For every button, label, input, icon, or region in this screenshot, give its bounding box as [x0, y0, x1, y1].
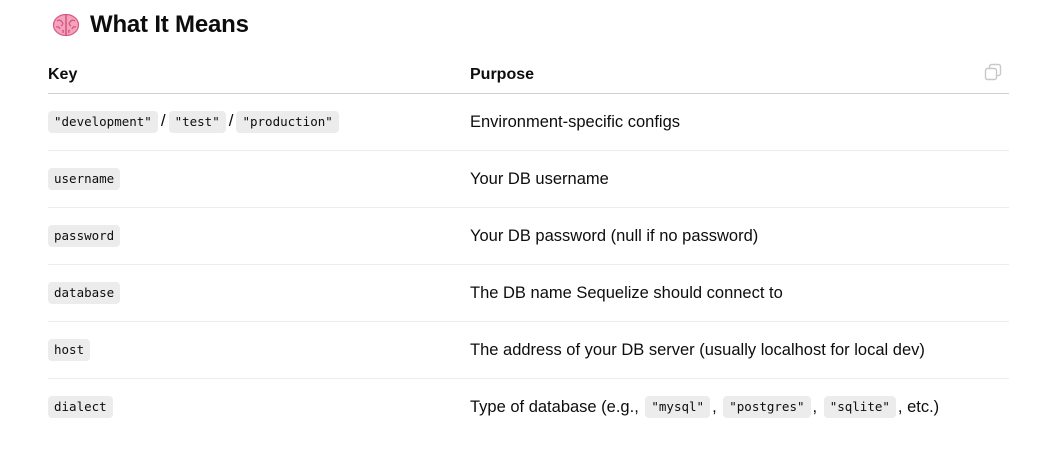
separator: /: [160, 111, 166, 130]
config-keys-table: Key Purpose "development" / "test" / "produc…: [48, 56, 1009, 435]
table-row: database The DB name Sequelize should co…: [48, 265, 1009, 322]
inline-code: "postgres": [723, 396, 811, 418]
inline-code: "production": [236, 111, 339, 133]
table-row: password Your DB password (null if no pa…: [48, 208, 1009, 265]
key-cell: dialect: [48, 396, 470, 418]
inline-code: "development": [48, 111, 158, 133]
inline-code: dialect: [48, 396, 113, 418]
key-cell: database: [48, 282, 470, 304]
header-purpose: Purpose: [470, 65, 535, 83]
inline-code: "test": [168, 111, 226, 133]
section-heading: What It Means: [52, 8, 249, 42]
key-cell: "development" / "test" / "production": [48, 111, 470, 133]
purpose-cell: The address of your DB server (usually l…: [470, 340, 925, 359]
table-row: host The address of your DB server (usua…: [48, 322, 1009, 379]
inline-code: "sqlite": [823, 396, 896, 418]
purpose-cell: The DB name Sequelize should connect to: [470, 283, 783, 302]
inline-code: password: [48, 225, 121, 247]
inline-code: "mysql": [645, 396, 711, 418]
inline-code: username: [48, 168, 121, 190]
purpose-cell: Type of database (e.g., "mysql", "postgr…: [470, 396, 1009, 418]
table-header: Key Purpose: [48, 56, 1009, 94]
purpose-text: , etc.): [897, 397, 940, 416]
purpose-text: Type of database (e.g.,: [470, 397, 639, 416]
key-cell: host: [48, 339, 470, 361]
purpose-cell: Your DB password (null if no password): [470, 226, 759, 245]
inline-code: database: [48, 282, 121, 304]
purpose-cell: Your DB username: [470, 169, 609, 188]
section-title: What It Means: [90, 11, 249, 38]
separator: /: [228, 111, 234, 130]
table-row: username Your DB username: [48, 151, 1009, 208]
header-key: Key: [48, 65, 78, 83]
table-row: "development" / "test" / "production" Enviro…: [48, 94, 1009, 151]
comma: ,: [812, 397, 818, 416]
key-cell: username: [48, 168, 470, 190]
brain-icon: [52, 11, 80, 39]
comma: ,: [712, 397, 717, 416]
inline-code: host: [48, 339, 91, 361]
key-cell: password: [48, 225, 470, 247]
table-row: dialect Type of database (e.g., "mysql",…: [48, 379, 1009, 435]
purpose-cell: Environment-specific configs: [470, 112, 681, 131]
